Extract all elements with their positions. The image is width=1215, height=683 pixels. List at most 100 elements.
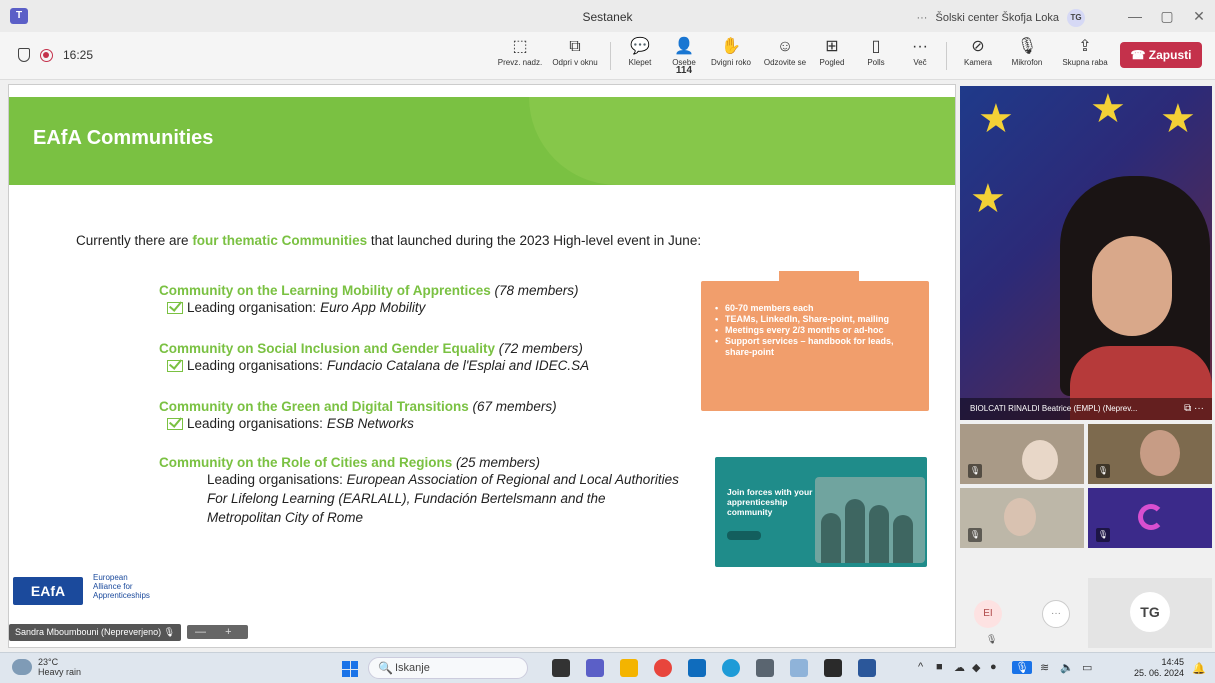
people-photo bbox=[815, 477, 925, 563]
community-members: (78 members) bbox=[490, 283, 579, 298]
volume-icon[interactable]: 🔈 bbox=[1060, 661, 1074, 674]
lead-prefix: Leading organisation: bbox=[187, 300, 317, 315]
wifi-icon[interactable]: ≋ bbox=[1040, 661, 1049, 674]
meeting-status: 16:25 bbox=[18, 48, 93, 62]
lead-prefix: Leading organisations: bbox=[187, 416, 323, 431]
self-tile[interactable]: TG bbox=[1088, 578, 1212, 648]
mic-off-icon: 🎙 bbox=[163, 626, 176, 637]
calculator-icon[interactable] bbox=[756, 659, 774, 677]
view-button[interactable]: ⊞ Pogled bbox=[814, 36, 850, 67]
slide-title: EAfA Communities bbox=[33, 127, 214, 149]
mic-off-icon: 🎙 bbox=[1096, 528, 1110, 542]
react-button[interactable]: ☺ Odzovite se bbox=[758, 36, 812, 67]
take-control-button[interactable]: ⬚ Prevz. nadz. bbox=[496, 36, 544, 67]
star-icon: ★ bbox=[1160, 97, 1196, 141]
edge-icon[interactable] bbox=[722, 659, 740, 677]
notification-icon[interactable]: 🔔 bbox=[1192, 662, 1206, 675]
taskview-icon[interactable] bbox=[552, 659, 570, 677]
battery-icon[interactable]: ▭ bbox=[1082, 661, 1092, 674]
more-button[interactable]: ··· Več bbox=[902, 36, 938, 67]
share-icon: ⇪ bbox=[1078, 38, 1092, 55]
toolbar-divider bbox=[610, 42, 611, 70]
share-button[interactable]: ⇪ Skupna raba bbox=[1056, 36, 1114, 67]
system-clock[interactable]: 14:45 25. 06. 2024 bbox=[1130, 657, 1184, 679]
teams-icon[interactable] bbox=[586, 659, 604, 677]
microphone-off-icon: 🎙 bbox=[1016, 38, 1038, 55]
zoom-controls[interactable]: — + bbox=[187, 625, 248, 639]
recording-icon bbox=[40, 48, 53, 62]
meeting-toolbar: 16:25 ⬚ Prevz. nadz. ⧉ Odpri v oknu 💬 Kl… bbox=[0, 32, 1215, 80]
promo-image: Join forces with your apprenticeship com… bbox=[715, 457, 927, 567]
intro-text-end: that launched during the 2023 High-level… bbox=[367, 233, 702, 248]
weather-desc: Heavy rain bbox=[38, 667, 82, 677]
popout-button[interactable]: ⧉ Odpri v oknu bbox=[548, 36, 602, 67]
share-label: Skupna raba bbox=[1062, 58, 1108, 67]
camera-button[interactable]: ⊘ Kamera bbox=[958, 36, 998, 67]
eafa-logo-subtitle: European Alliance for Apprenticeships bbox=[93, 573, 150, 600]
dropbox-icon[interactable]: ◆ bbox=[972, 661, 980, 674]
participant-tile[interactable]: 🎙 bbox=[960, 488, 1084, 548]
onedrive-icon[interactable]: ☁ bbox=[954, 661, 965, 674]
shield-icon bbox=[18, 48, 30, 62]
more-options-icon[interactable]: ⧉ ··· bbox=[1184, 398, 1204, 420]
search-box[interactable]: 🔍 Iskanje bbox=[368, 657, 528, 679]
polls-icon: ▯ bbox=[871, 38, 881, 55]
community-members: (25 members) bbox=[452, 455, 541, 470]
restore-button[interactable]: ▢ bbox=[1152, 6, 1182, 26]
community-item: Community on the Role of Cities and Regi… bbox=[159, 455, 679, 527]
word-icon[interactable] bbox=[858, 659, 876, 677]
chat-button[interactable]: 💬 Klepet bbox=[622, 36, 658, 67]
polls-button[interactable]: ▯ Polls bbox=[858, 36, 894, 67]
presenter-name-text: Sandra Mboumbouni (Nepreverjeno) bbox=[15, 626, 162, 637]
tray-teams-icon[interactable]: ■ bbox=[936, 661, 943, 673]
info-item: TEAMs, LinkedIn, Share-point, mailing bbox=[715, 314, 919, 325]
org-account[interactable]: ··· Šolski center Škofja Loka TG bbox=[916, 9, 1085, 27]
presenter-name: Sandra Mboumbouni (Nepreverjeno) 🎙 bbox=[9, 623, 182, 641]
camera-label: Kamera bbox=[963, 58, 992, 67]
chrome-icon[interactable] bbox=[654, 659, 672, 677]
presenter-bar: Sandra Mboumbouni (Nepreverjeno) 🎙 — + bbox=[9, 623, 248, 641]
person-figure bbox=[845, 499, 865, 563]
tray-app-icon[interactable]: ● bbox=[990, 661, 997, 673]
participant-tile[interactable]: 🎙 bbox=[1088, 424, 1212, 484]
star-icon: ★ bbox=[1090, 87, 1126, 131]
more-actions-icon: ··· bbox=[912, 38, 928, 55]
minimize-button[interactable]: — bbox=[1120, 6, 1150, 26]
more-icon[interactable]: ··· bbox=[916, 12, 927, 24]
intro-text: Currently there are bbox=[76, 233, 193, 248]
popout-icon: ⧉ bbox=[569, 38, 581, 55]
speaker-video[interactable]: ★ ★ ★ ★ BIOLCATI RINALDI Beatrice (EMPL)… bbox=[960, 86, 1212, 420]
community-item: Community on the Learning Mobility of Ap… bbox=[159, 283, 679, 315]
leave-label: Zapusti bbox=[1148, 48, 1192, 62]
file-explorer-icon[interactable] bbox=[620, 659, 638, 677]
raise-hand-button[interactable]: ✋ Dvigni roko bbox=[706, 36, 756, 67]
cloud-rain-icon bbox=[12, 659, 32, 675]
polls-label: Polls bbox=[867, 58, 885, 67]
slide-intro: Currently there are four thematic Commun… bbox=[76, 233, 701, 248]
avatar[interactable]: EI bbox=[974, 600, 1002, 628]
person-figure bbox=[893, 515, 913, 563]
tray-chevron-icon[interactable]: ^ bbox=[918, 661, 923, 673]
more-participants-button[interactable]: ··· bbox=[1042, 600, 1070, 628]
start-button[interactable] bbox=[342, 661, 358, 677]
app-icon[interactable] bbox=[790, 659, 808, 677]
microphone-tray-icon[interactable]: 🎙 bbox=[1012, 661, 1032, 674]
weather-widget[interactable]: 23°C Heavy rain bbox=[12, 657, 81, 677]
person-figure bbox=[821, 513, 841, 563]
close-button[interactable]: ✕ bbox=[1184, 6, 1214, 26]
community-lead: Leading organisation: Euro App Mobility bbox=[167, 300, 679, 315]
community-lead: Leading organisations: European Associat… bbox=[207, 470, 679, 527]
participant-tile[interactable]: 🎙 bbox=[1088, 488, 1212, 548]
account-avatar[interactable]: TG bbox=[1067, 9, 1085, 27]
leave-button[interactable]: ☎ Zapusti bbox=[1120, 42, 1202, 68]
community-name: Community on the Learning Mobility of Ap… bbox=[159, 283, 491, 298]
toolbar-divider bbox=[946, 42, 947, 70]
app-icon[interactable] bbox=[824, 659, 842, 677]
people-button[interactable]: 👤 114 Osebe bbox=[664, 36, 704, 76]
community-name: Community on Social Inclusion and Gender… bbox=[159, 341, 496, 356]
microphone-button[interactable]: 🎙 Mikrofon bbox=[1004, 36, 1050, 67]
intro-highlight: four thematic Communities bbox=[192, 233, 368, 248]
outlook-icon[interactable] bbox=[688, 659, 706, 677]
chat-icon: 💬 bbox=[630, 38, 650, 55]
participant-tile[interactable]: 🎙 bbox=[960, 424, 1084, 484]
